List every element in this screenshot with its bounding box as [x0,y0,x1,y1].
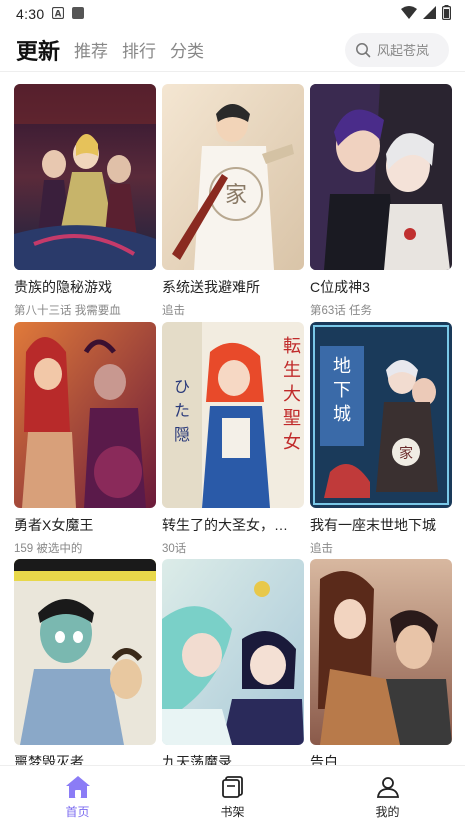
comic-latest-chapter: 追击 [162,305,185,317]
svg-text:地: 地 [333,356,351,377]
comic-latest-chapter: 30话 [162,543,187,555]
search-box[interactable]: 风起苍岚 [345,32,449,67]
tab-categories[interactable]: 分类 [170,37,204,62]
comic-title: 转生了的大圣女，… [162,517,288,533]
wifi-icon [401,6,417,22]
tab-rankings[interactable]: 排行 [122,37,156,62]
comic-card[interactable]: 転 生 大 聖 女 ひ た 隠 转生了的大圣女，… 30话 [162,322,304,556]
notification-square-icon [72,6,85,22]
svg-text:下: 下 [333,380,351,401]
search-icon [355,42,371,58]
comic-card[interactable]: 噩梦毁灭者 [14,559,156,777]
comic-cover[interactable] [310,84,452,270]
comic-title: 勇者X女魔王 [14,517,94,533]
nav-profile[interactable]: 我的 [310,766,465,828]
svg-text:女: 女 [283,432,301,453]
svg-text:大: 大 [283,384,301,405]
bookshelf-icon [221,775,245,799]
nav-home[interactable]: 首页 [0,766,155,828]
top-navigation: 更新 推荐 排行 分类 风起苍岚 [0,28,465,72]
tab-recommended[interactable]: 推荐 [74,37,108,62]
comic-cover[interactable] [14,84,156,270]
battery-icon [442,5,452,23]
comic-title: 系统送我避难所 [162,279,260,295]
signal-icon [423,6,436,22]
notification-a-icon: A [52,6,65,22]
status-time: 4:30 [16,6,45,22]
svg-text:城: 城 [333,404,351,425]
nav-bookshelf[interactable]: 书架 [155,766,310,828]
comic-latest-chapter: 第八十三话 我需要血 [14,305,121,317]
bottom-navigation: 首页 书架 我的 [0,765,465,828]
svg-text:ひ: ひ [174,377,190,396]
profile-icon [376,775,400,799]
comic-cover[interactable] [162,559,304,745]
comic-card[interactable]: 家 系统送我避难所 追击 [162,84,304,318]
comic-cover[interactable] [14,322,156,508]
search-placeholder: 风起苍岚 [377,43,430,58]
svg-text:A: A [55,10,62,20]
svg-text:生: 生 [283,360,301,381]
svg-text:隠: 隠 [174,425,190,444]
nav-home-label: 首页 [65,804,90,819]
comic-latest-chapter: 第63话 任务 [310,305,372,317]
comic-card[interactable]: 贵族的隐秘游戏 第八十三话 我需要血 [14,84,156,318]
comic-cover[interactable] [310,559,452,745]
svg-text:聖: 聖 [283,408,301,429]
comic-title: C位成神3 [310,279,370,295]
comic-title: 贵族的隐秘游戏 [14,279,112,295]
comic-latest-chapter: 159 被选中的 [14,543,83,555]
status-bar: 4:30 A [0,0,465,28]
comic-card[interactable]: 告白 [310,559,452,777]
comic-title: 我有一座末世地下城 [310,517,436,533]
home-icon [65,775,91,799]
svg-text:た: た [174,401,190,420]
comic-latest-chapter: 追击 [310,543,333,555]
comic-card[interactable]: C位成神3 第63话 任务 [310,84,452,318]
comic-card[interactable]: 九天荡魔录 [162,559,304,777]
comic-card[interactable]: 地 下 城 家 我有一座末世地下城 追击 [310,322,452,556]
comic-card[interactable]: 勇者X女魔王 159 被选中的 [14,322,156,556]
nav-profile-label: 我的 [375,804,400,819]
svg-text:転: 転 [283,336,301,357]
tab-updates[interactable]: 更新 [16,34,60,66]
comic-cover[interactable]: 家 [162,84,304,270]
comic-cover[interactable]: 転 生 大 聖 女 ひ た 隠 [162,322,304,508]
svg-text:家: 家 [225,183,247,208]
comic-cover[interactable] [14,559,156,745]
comic-cover[interactable]: 地 下 城 家 [310,322,452,508]
svg-text:家: 家 [399,445,413,462]
nav-bookshelf-label: 书架 [220,804,245,819]
